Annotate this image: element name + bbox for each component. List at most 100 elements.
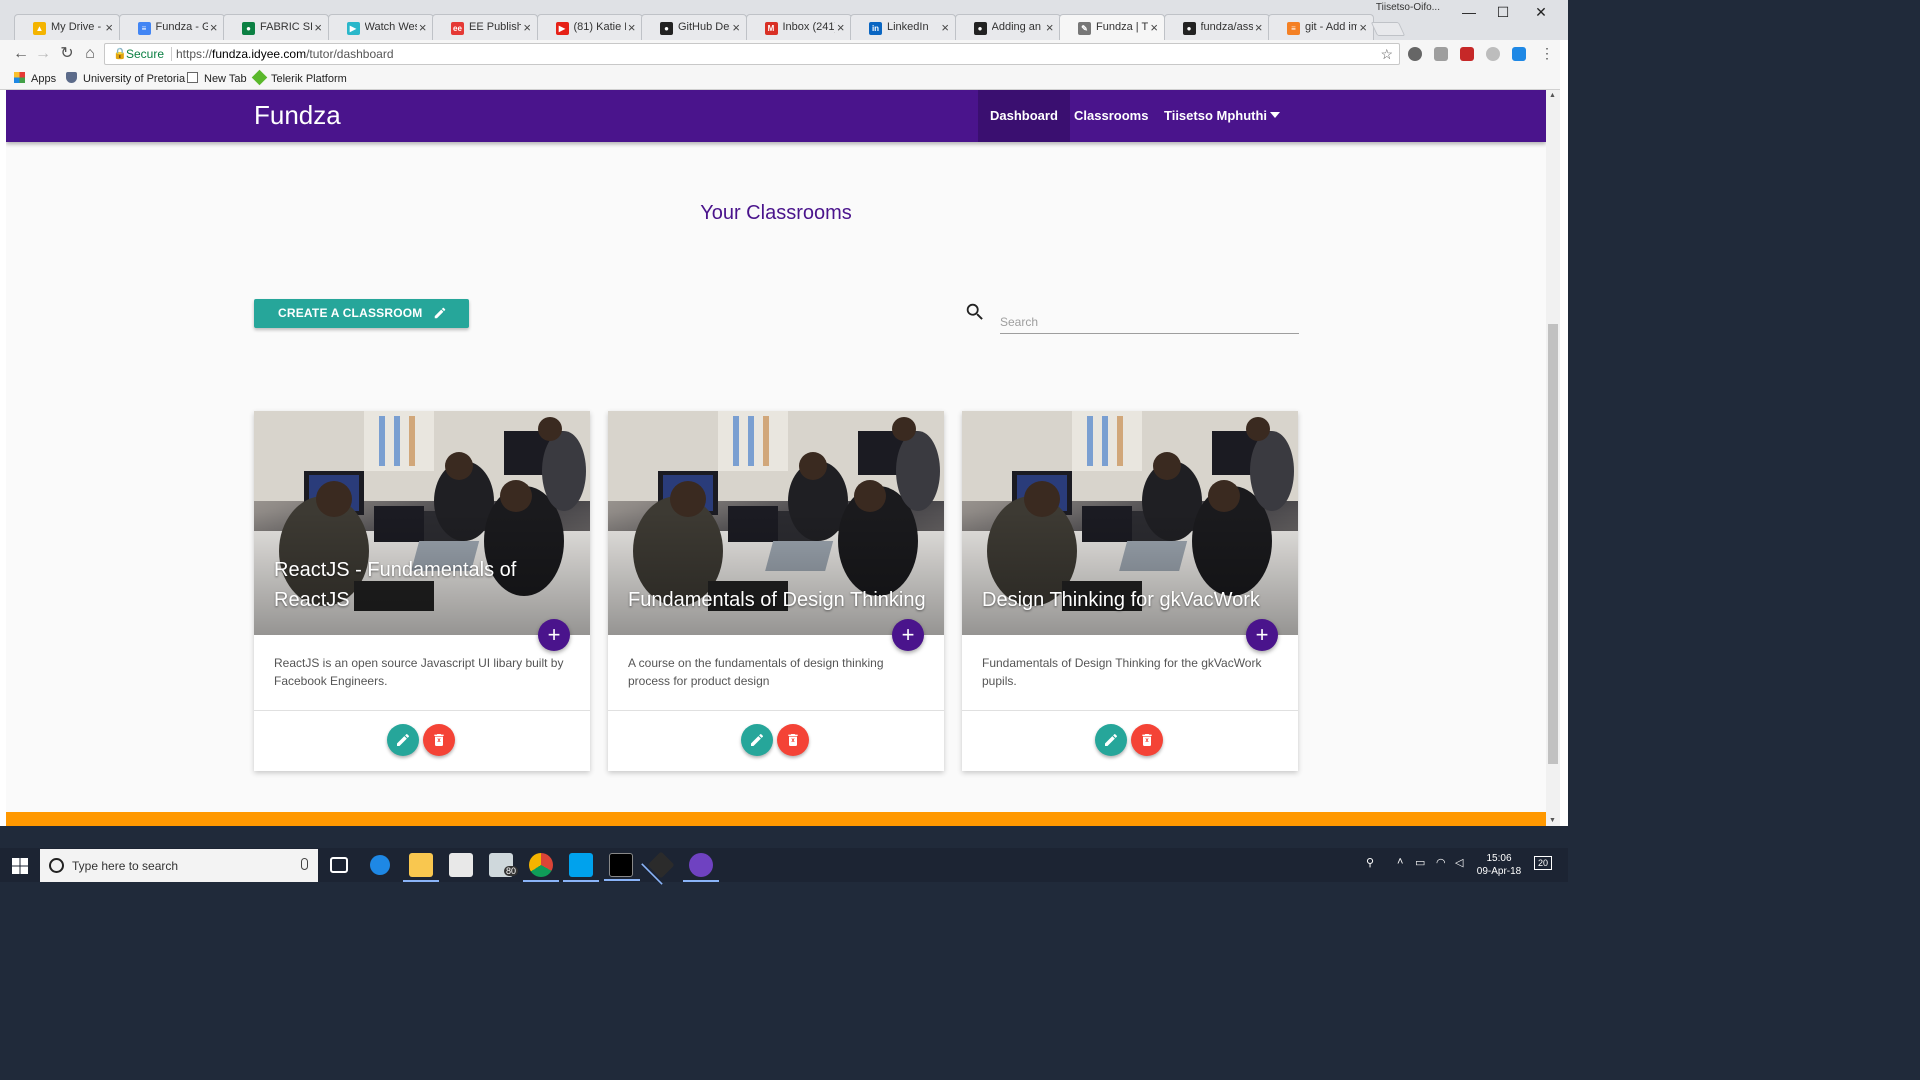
tab-close-icon[interactable]: × <box>210 20 218 35</box>
battery-icon[interactable]: ▭ <box>1415 856 1425 869</box>
adblock-extension-icon[interactable] <box>1460 47 1474 61</box>
scrollbar-thumb[interactable] <box>1548 324 1558 764</box>
classroom-card[interactable]: Fundamentals of Design Thinking + A cour… <box>608 411 944 771</box>
gitkraken-icon[interactable] <box>647 851 675 879</box>
wifi-icon[interactable]: ◠ <box>1436 856 1446 869</box>
home-icon[interactable]: ⌂ <box>79 44 101 64</box>
minimize-icon[interactable]: — <box>1450 4 1488 22</box>
classroom-card-image[interactable]: Fundamentals of Design Thinking <box>608 411 944 635</box>
extension-icon[interactable] <box>1486 47 1500 61</box>
classroom-title[interactable]: ReactJS - Fundamentals of ReactJS <box>274 555 574 615</box>
bookmark-new-tab[interactable]: New Tab <box>187 72 247 85</box>
msp-app-icon[interactable] <box>563 853 599 882</box>
delete-classroom-button[interactable] <box>423 724 455 756</box>
browser-tab[interactable]: ✎ Fundza | Tut× <box>1059 14 1165 40</box>
tab-close-icon[interactable]: × <box>941 20 949 35</box>
edit-classroom-button[interactable] <box>1095 724 1127 756</box>
delete-classroom-button[interactable] <box>777 724 809 756</box>
browser-tab[interactable]: ▲ My Drive - G× <box>14 14 120 40</box>
browser-tab[interactable]: ≡ Fundza - Go× <box>118 14 225 40</box>
caret-down-icon[interactable] <box>1270 112 1280 118</box>
extension-icon[interactable] <box>1512 47 1526 61</box>
forward-arrow-icon[interactable]: → <box>32 44 54 64</box>
create-classroom-button[interactable]: CREATE A CLASSROOM <box>254 299 469 328</box>
people-icon[interactable]: ⚲ <box>1366 856 1374 869</box>
action-center-icon[interactable]: 20 <box>1534 856 1552 870</box>
app-icon[interactable] <box>683 853 719 882</box>
browser-tab[interactable]: ▶ Watch Westi× <box>327 14 434 40</box>
tab-title: EE Publisher <box>469 21 521 33</box>
search-icon[interactable] <box>964 301 986 323</box>
brand-logo[interactable]: Fundza <box>254 100 341 131</box>
tab-close-icon[interactable]: × <box>628 20 636 35</box>
volume-icon[interactable]: ◁ <box>1455 856 1463 869</box>
add-to-classroom-button[interactable]: + <box>892 619 924 651</box>
scroll-up-icon[interactable]: ▲ <box>1549 92 1556 99</box>
search-input[interactable] <box>1000 302 1299 334</box>
address-bar[interactable]: 🔒 Secure https://fundza.idyee.com/tutor/… <box>104 43 1400 65</box>
nav-user-menu[interactable]: Tiisetso Mphuthi <box>1152 90 1279 142</box>
tab-close-icon[interactable]: × <box>314 20 322 35</box>
taskbar-search-box[interactable]: Type here to search <box>40 849 318 882</box>
classroom-description: ReactJS is an open source Javascript UI … <box>274 656 564 688</box>
add-to-classroom-button[interactable]: + <box>538 619 570 651</box>
tab-close-icon[interactable]: × <box>523 20 531 35</box>
tab-close-icon[interactable]: × <box>1150 20 1158 35</box>
bookmark-university-of-pretoria[interactable]: University of Pretoria <box>66 72 185 85</box>
edit-classroom-button[interactable] <box>387 724 419 756</box>
tab-title: Fundza | Tut <box>1096 21 1148 33</box>
chevron-up-icon[interactable]: ˄ <box>1397 856 1403 868</box>
bookmark-apps[interactable]: Apps <box>14 72 56 85</box>
browser-tab[interactable]: ▶ (81) Katie M× <box>536 14 643 40</box>
file-explorer-icon[interactable] <box>403 853 439 882</box>
browser-tab[interactable]: in LinkedIn × <box>850 14 956 40</box>
delete-classroom-button[interactable] <box>1131 724 1163 756</box>
edit-classroom-button[interactable] <box>741 724 773 756</box>
tab-close-icon[interactable]: × <box>419 20 427 35</box>
tab-close-icon[interactable]: × <box>837 20 845 35</box>
chrome-icon[interactable] <box>523 853 559 882</box>
profile-name[interactable]: Tiisetso-Oifo... <box>1376 2 1440 13</box>
browser-tab[interactable]: ● fundza/asse× <box>1163 14 1270 40</box>
system-clock[interactable]: 15:06 09-Apr-18 <box>1476 852 1522 878</box>
classroom-card[interactable]: Design Thinking for gkVacWork + Fundamen… <box>962 411 1298 771</box>
new-tab-button[interactable] <box>1370 22 1406 36</box>
classroom-card[interactable]: ReactJS - Fundamentals of ReactJS + Reac… <box>254 411 590 771</box>
classroom-card-image[interactable]: Design Thinking for gkVacWork <box>962 411 1298 635</box>
reload-icon[interactable]: ↻ <box>56 44 78 64</box>
browser-tab[interactable]: ● FABRIC SEM× <box>223 14 329 40</box>
tab-close-icon[interactable]: × <box>1046 20 1054 35</box>
maximize-icon[interactable]: ☐ <box>1484 4 1522 22</box>
browser-tab[interactable]: ● GitHub Desk× <box>641 14 747 40</box>
classroom-title[interactable]: Design Thinking for gkVacWork <box>982 585 1282 615</box>
scroll-down-icon[interactable]: ▼ <box>1549 817 1556 824</box>
task-view-icon[interactable] <box>330 857 348 873</box>
tab-close-icon[interactable]: × <box>732 20 740 35</box>
tab-close-icon[interactable]: × <box>105 20 113 35</box>
microphone-icon[interactable] <box>301 858 308 870</box>
bookmark-star-icon[interactable]: ☆ <box>1380 44 1393 64</box>
browser-tab[interactable]: ● Adding an e× <box>954 14 1061 40</box>
back-arrow-icon[interactable]: ← <box>10 44 32 64</box>
tab-close-icon[interactable]: × <box>1359 20 1367 35</box>
browser-tab[interactable]: M Inbox (241) × <box>745 14 852 40</box>
window-edge <box>1560 40 1568 826</box>
tab-close-icon[interactable]: × <box>1255 20 1263 35</box>
extension-icon[interactable] <box>1434 47 1448 61</box>
browser-tab[interactable]: ee EE Publisher× <box>432 14 538 40</box>
nav-classrooms[interactable]: Classrooms <box>1062 90 1160 142</box>
close-window-icon[interactable]: ✕ <box>1522 4 1560 22</box>
classroom-card-image[interactable]: ReactJS - Fundamentals of ReactJS <box>254 411 590 635</box>
page-scrollbar[interactable]: ▲ ▼ <box>1546 90 1560 826</box>
browser-menu-icon[interactable]: ⋮ <box>1540 45 1554 62</box>
add-to-classroom-button[interactable]: + <box>1246 619 1278 651</box>
nav-dashboard[interactable]: Dashboard <box>978 90 1070 142</box>
extension-icon[interactable] <box>1408 47 1422 61</box>
store-icon[interactable] <box>449 853 473 877</box>
bookmark-telerik-platform[interactable]: Telerik Platform <box>251 69 347 86</box>
terminal-icon[interactable] <box>604 853 640 881</box>
browser-tab[interactable]: ≡ git - Add im × <box>1268 14 1374 40</box>
classroom-title[interactable]: Fundamentals of Design Thinking <box>628 585 928 615</box>
edge-browser-icon[interactable] <box>370 855 390 875</box>
windows-start-icon[interactable] <box>12 858 28 874</box>
